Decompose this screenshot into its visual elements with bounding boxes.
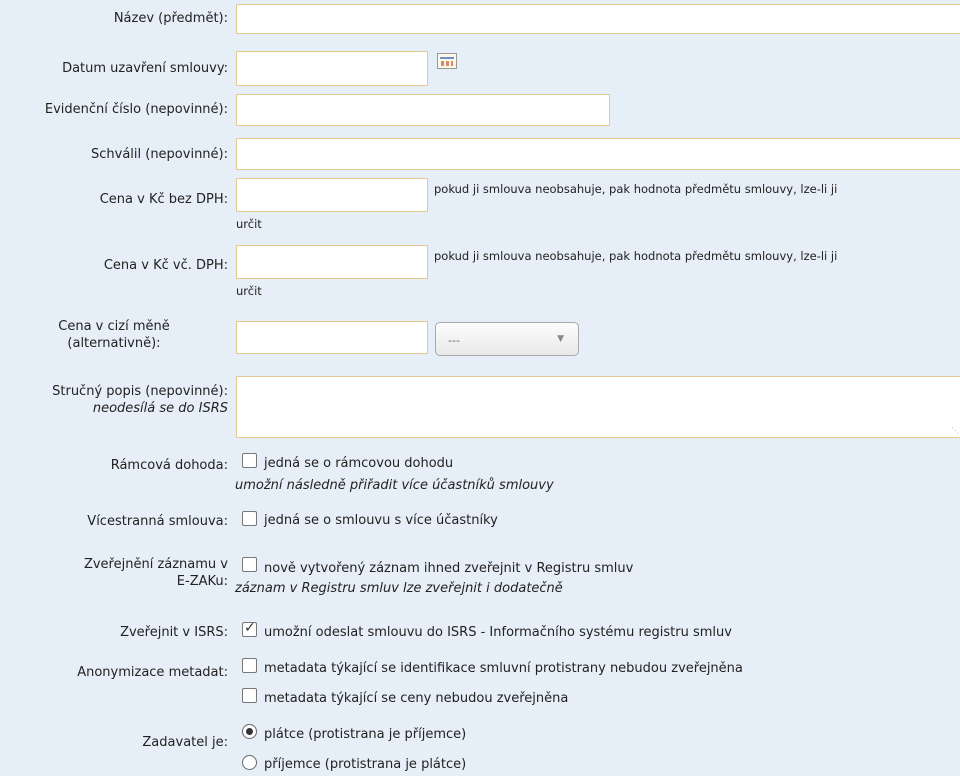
calendar-icon[interactable] xyxy=(437,53,457,69)
price-note-cont: určit xyxy=(236,217,262,231)
nazev-input[interactable] xyxy=(236,4,960,34)
zverejneni-checkbox[interactable] xyxy=(242,557,257,572)
label-cena-cizi-line2: (alternativně): xyxy=(67,336,161,351)
label-popis-line1: Stručný popis (nepovinné): xyxy=(52,384,228,399)
label-ramcova: Rámcová dohoda: xyxy=(110,458,228,473)
platce-radio[interactable] xyxy=(242,724,257,739)
vicestranna-option: jedná se o smlouvu s více účastníky xyxy=(264,513,498,528)
schvalil-input[interactable] xyxy=(236,138,960,170)
currency-select[interactable]: --- ▼ xyxy=(435,322,579,356)
label-evidencni: Evidenční číslo (nepovinné): xyxy=(44,102,228,117)
label-vicestranna: Vícestranná smlouva: xyxy=(87,514,228,529)
label-nazev: Název (předmět): xyxy=(113,11,228,26)
prijemce-radio[interactable] xyxy=(242,755,257,770)
ramcova-option: jedná se o rámcovou dohodu xyxy=(264,456,454,471)
label-schvalil: Schválil (nepovinné): xyxy=(90,147,228,162)
isrs-option: umožní odeslat smlouvu do ISRS - Informa… xyxy=(264,625,732,640)
price-note: pokud ji smlouva neobsahuje, pak hodnota… xyxy=(434,249,838,263)
chevron-down-icon: ▼ xyxy=(557,334,564,344)
ramcova-checkbox[interactable] xyxy=(242,453,257,468)
platce-option: plátce (protistrana je příjemce) xyxy=(264,727,467,742)
evidencni-input[interactable] xyxy=(236,94,610,126)
label-cena-vc: Cena v Kč vč. DPH: xyxy=(103,258,228,273)
popis-textarea[interactable]: ⋱ xyxy=(236,376,960,438)
prijemce-option: příjemce (protistrana je plátce) xyxy=(264,757,467,772)
cena-vc-input[interactable] xyxy=(236,245,428,279)
label-zverejneni: Zveřejnění záznamu v E-ZAKu: xyxy=(84,556,228,590)
isrs-checkbox[interactable] xyxy=(242,620,257,637)
zverejneni-hint: záznam v Registru smluv lze zveřejnit i … xyxy=(235,581,563,596)
label-popis-note: neodesílá se do ISRS xyxy=(92,401,228,416)
label-datum: Datum uzavření smlouvy: xyxy=(62,61,228,76)
label-zverejneni-line1: Zveřejnění záznamu v xyxy=(83,557,228,572)
anonym-identifikace-option: metadata týkající se identifikace smluvn… xyxy=(264,661,743,676)
cena-cizi-input[interactable] xyxy=(236,321,428,354)
ramcova-hint: umožní následně přiřadit více účastníků … xyxy=(235,478,554,493)
price-note: pokud ji smlouva neobsahuje, pak hodnota… xyxy=(434,182,838,196)
anonym-cena-checkbox[interactable] xyxy=(242,688,257,703)
label-zverejneni-line2: E-ZAKu: xyxy=(176,574,228,589)
datum-input[interactable] xyxy=(236,51,428,86)
cena-bez-input[interactable] xyxy=(236,178,428,212)
resize-handle-icon[interactable]: ⋱ xyxy=(951,426,959,435)
label-cena-cizi-line1: Cena v cizí měně xyxy=(58,319,170,334)
anonym-cena-option: metadata týkající se ceny nebudou zveřej… xyxy=(264,691,569,706)
price-note-cont: určit xyxy=(236,284,262,298)
anonym-identifikace-checkbox[interactable] xyxy=(242,658,257,673)
label-isrs: Zveřejnit v ISRS: xyxy=(120,625,228,640)
label-anonym: Anonymizace metadat: xyxy=(77,665,228,680)
label-cena-bez: Cena v Kč bez DPH: xyxy=(99,192,228,207)
label-zadavatel: Zadavatel je: xyxy=(142,735,228,750)
zverejneni-option: nově vytvořený záznam ihned zveřejnit v … xyxy=(264,561,634,576)
vicestranna-checkbox[interactable] xyxy=(242,511,257,526)
currency-select-value: --- xyxy=(448,334,460,347)
label-cena-cizi: Cena v cizí měně (alternativně): xyxy=(4,318,224,352)
label-popis: Stručný popis (nepovinné): neodesílá se … xyxy=(52,383,228,417)
